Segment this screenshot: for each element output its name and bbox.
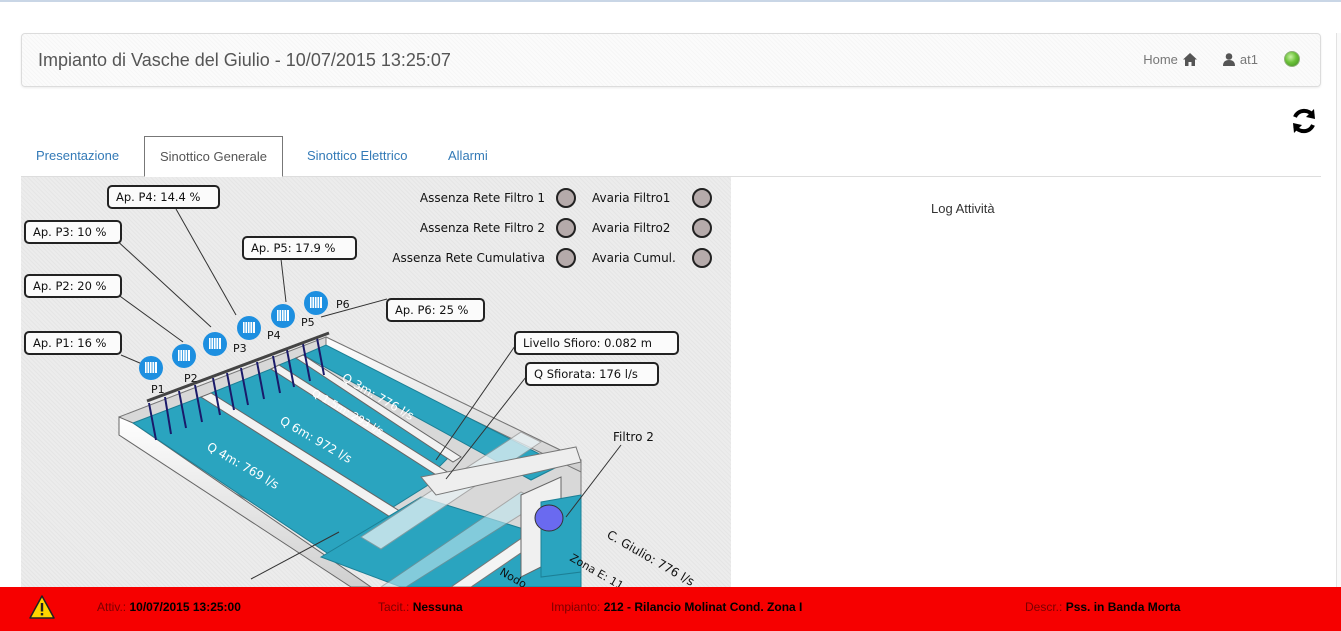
status-indicator-assenza-rete-filtro-1 [556,188,576,208]
status-label-avaria-filtro1: Avaria Filtro1 [592,191,670,205]
tab-bar: Presentazione Sinottico Generale Sinotti… [21,136,1321,177]
label-filtro-2: Filtro 2 [613,430,654,444]
pump-icon[interactable] [172,344,196,368]
alarm-impianto-value: 212 - Rilancio Molinat Cond. Zona I [603,600,803,614]
alarm-descr-label: Descr.: [1025,600,1063,614]
pump-label-p6: P6 [336,298,350,311]
user-menu[interactable]: at1 [1222,51,1258,67]
pump-label-p5: P5 [301,316,315,329]
status-indicators: Assenza Rete Filtro 1 Assenza Rete Filtr… [392,188,712,268]
status-indicator-assenza-rete-filtro-2 [556,218,576,238]
callout-livello-sfioro: Livello Sfioro: 0.082 m [523,336,652,350]
callout-p4: Ap. P4: 14.4 % [116,190,201,204]
tab-allarmi[interactable]: Allarmi [433,136,503,177]
scrollbar[interactable] [1336,33,1341,587]
page-title: Impianto di Vasche del Giulio - 10/07/20… [38,50,451,70]
alarm-tacit-value: Nessuna [412,600,463,614]
callout-p5: Ap. P5: 17.9 % [251,241,336,255]
warning-icon [29,595,55,619]
status-label-assenza-rete-filtro-2: Assenza Rete Filtro 2 [420,221,545,235]
top-border [0,0,1341,2]
status-label-assenza-rete-filtro-1: Assenza Rete Filtro 1 [420,191,545,205]
pump-icon[interactable] [271,304,295,328]
status-led-icon [1284,51,1300,67]
status-indicator-avaria-filtro2 [692,218,712,238]
alarm-attivazione: Attiv.: 10/07/2015 13:25:00 [97,600,241,614]
pump-icon[interactable] [237,316,261,340]
pump-icon[interactable] [203,332,227,356]
status-indicator-avaria-filtro1 [692,188,712,208]
pump-label-p1: P1 [151,383,165,396]
refresh-icon[interactable] [1289,106,1319,136]
alarm-impianto: Impianto: 212 - Rilancio Molinat Cond. Z… [551,600,802,614]
user-label: at1 [1239,51,1258,67]
alarm-descr-value: Pss. in Banda Morta [1065,600,1181,614]
callout-q-sfiorata: Q Sfiorata: 176 l/s [534,367,638,381]
pump-label-p3: P3 [233,342,247,355]
pump-icon[interactable] [139,356,163,380]
log-title: Log Attività [931,201,995,216]
alarm-descrizione: Descr.: Pss. in Banda Morta [1025,600,1180,614]
status-indicator-assenza-rete-cumulativa [556,248,576,268]
alarm-tacitazione: Tacit.: Nessuna [378,600,463,614]
status-label-assenza-rete-cumulativa: Assenza Rete Cumulativa [392,251,545,265]
tab-sinottico-generale[interactable]: Sinottico Generale [144,136,283,177]
alarm-bar: Attiv.: 10/07/2015 13:25:00 Tacit.: Ness… [0,587,1341,631]
callout-p1: Ap. P1: 16 % [33,336,107,350]
synoptic-svg: P1 P2 P3 P4 P5 P6 Ap. P4: 14.4 % Ap. P3:… [24,185,712,587]
status-label-avaria-cumul: Avaria Cumul. [592,251,676,265]
callout-p6: Ap. P6: 25 % [395,303,469,317]
alarm-attiv-value: 10/07/2015 13:25:00 [129,600,241,614]
header-nav: Home at1 [1143,51,1300,67]
pump-icon[interactable] [304,291,328,315]
home-icon [1182,52,1197,66]
tab-presentazione[interactable]: Presentazione [21,136,134,177]
status-indicator-avaria-cumul [692,248,712,268]
tab-sinottico-elettrico[interactable]: Sinottico Elettrico [292,136,422,177]
home-label: Home [1143,51,1178,67]
callout-p3: Ap. P3: 10 % [33,225,107,239]
alarm-tacit-label: Tacit.: [378,600,410,614]
home-link[interactable]: Home [1143,52,1197,67]
pump-label-p4: P4 [267,329,281,342]
header-panel: Impianto di Vasche del Giulio - 10/07/20… [21,33,1321,87]
callout-p2: Ap. P2: 20 % [33,279,107,293]
pump-label-p2: P2 [184,372,198,385]
alarm-impianto-label: Impianto: [551,600,601,614]
synoptic-diagram: P1 P2 P3 P4 P5 P6 Ap. P4: 14.4 % Ap. P3:… [21,177,731,587]
alarm-attiv-label: Attiv.: [97,600,127,614]
user-icon [1222,52,1235,66]
status-label-avaria-filtro2: Avaria Filtro2 [592,221,670,235]
